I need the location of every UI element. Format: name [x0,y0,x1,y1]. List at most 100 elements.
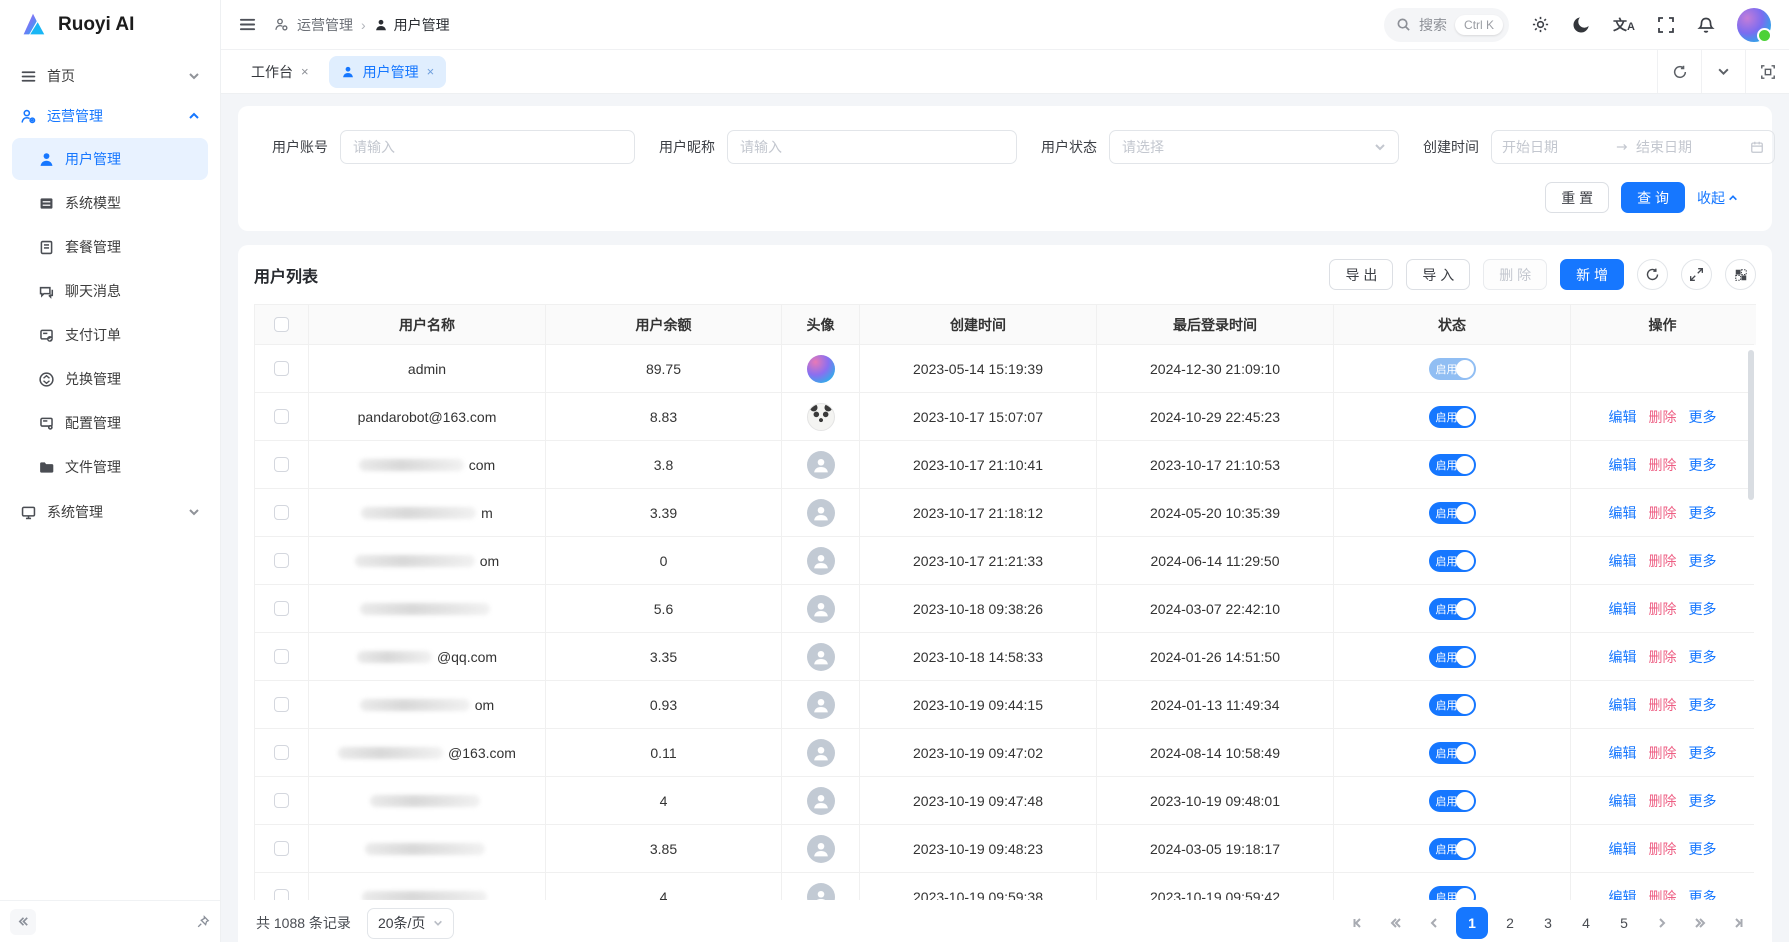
notifications-button[interactable] [1697,16,1715,34]
refresh-table-button[interactable] [1637,259,1668,290]
add-button[interactable]: 新 增 [1560,259,1624,290]
collapse-filter-link[interactable]: 收起 [1697,188,1738,208]
row-checkbox[interactable] [274,553,289,568]
next-page-button[interactable] [1646,907,1678,939]
edit-link[interactable]: 编辑 [1609,887,1637,901]
fullscreen-button[interactable] [1657,16,1675,34]
export-button[interactable]: 导 出 [1329,259,1393,290]
row-checkbox[interactable] [274,841,289,856]
status-toggle[interactable]: 启用 [1429,742,1476,764]
translate-button[interactable]: 文A [1613,15,1635,35]
row-checkbox[interactable] [274,889,289,900]
delete-link[interactable]: 删除 [1649,887,1677,901]
table-scrollbar[interactable] [1748,350,1754,500]
tab-user-management[interactable]: 用户管理 × [329,56,447,88]
global-search[interactable]: 搜索 Ctrl K [1384,8,1509,42]
status-toggle[interactable]: 启用 [1429,790,1476,812]
delete-link[interactable]: 删除 [1649,743,1677,763]
delete-link[interactable]: 删除 [1649,551,1677,571]
start-date-placeholder[interactable]: 开始日期 [1502,137,1608,157]
dark-mode-button[interactable] [1572,15,1591,34]
status-toggle[interactable]: 启用 [1429,838,1476,860]
more-link[interactable]: 更多 [1689,791,1717,811]
fullscreen-table-button[interactable] [1681,259,1712,290]
nickname-input[interactable] [727,130,1017,164]
sidebar-item-chat-messages[interactable]: 聊天消息 [12,270,208,312]
tab-workbench[interactable]: 工作台 × [239,56,321,88]
sidebar-item-payment-orders[interactable]: 支付订单 [12,314,208,356]
status-toggle[interactable]: 启用 [1429,358,1476,380]
jump-forward-button[interactable] [1684,907,1716,939]
edit-link[interactable]: 编辑 [1609,839,1637,859]
select-all-checkbox[interactable] [274,317,289,332]
page-button-4[interactable]: 4 [1570,907,1602,939]
sidebar-item-package-management[interactable]: 套餐管理 [12,226,208,268]
account-input[interactable] [340,130,635,164]
edit-link[interactable]: 编辑 [1609,647,1637,667]
breadcrumb-section[interactable]: 运营管理 [297,15,353,35]
pin-sidebar-button[interactable] [196,915,210,929]
status-toggle[interactable]: 启用 [1429,694,1476,716]
more-link[interactable]: 更多 [1689,887,1717,901]
sidebar-section-system[interactable]: 系统管理 [12,492,208,532]
delete-link[interactable]: 删除 [1649,503,1677,523]
status-toggle[interactable]: 启用 [1429,502,1476,524]
row-checkbox[interactable] [274,793,289,808]
sidebar-item-config-management[interactable]: 配置管理 [12,402,208,444]
app-logo[interactable]: Ruoyi AI [0,0,220,50]
reset-button[interactable]: 重 置 [1545,182,1609,213]
edit-link[interactable]: 编辑 [1609,695,1637,715]
delete-link[interactable]: 删除 [1649,791,1677,811]
page-size-select[interactable]: 20条/页 [367,908,454,939]
more-link[interactable]: 更多 [1689,503,1717,523]
first-page-button[interactable] [1342,907,1374,939]
status-toggle[interactable]: 启用 [1429,646,1476,668]
more-link[interactable]: 更多 [1689,455,1717,475]
more-link[interactable]: 更多 [1689,839,1717,859]
status-toggle[interactable]: 启用 [1429,550,1476,572]
sidebar-item-file-management[interactable]: 文件管理 [12,446,208,488]
menu-toggle-button[interactable] [239,16,256,33]
page-button-1[interactable]: 1 [1456,907,1488,939]
row-checkbox[interactable] [274,649,289,664]
more-link[interactable]: 更多 [1689,695,1717,715]
delete-link[interactable]: 删除 [1649,839,1677,859]
more-link[interactable]: 更多 [1689,599,1717,619]
refresh-tab-button[interactable] [1657,50,1701,93]
page-button-2[interactable]: 2 [1494,907,1526,939]
more-link[interactable]: 更多 [1689,551,1717,571]
status-select[interactable]: 请选择 [1109,130,1399,164]
column-settings-button[interactable] [1725,259,1756,290]
delete-link[interactable]: 删除 [1649,647,1677,667]
more-link[interactable]: 更多 [1689,407,1717,427]
last-page-button[interactable] [1722,907,1754,939]
tab-list-dropdown[interactable] [1701,50,1745,93]
edit-link[interactable]: 编辑 [1609,551,1637,571]
delete-link[interactable]: 删除 [1649,695,1677,715]
status-toggle[interactable]: 启用 [1429,454,1476,476]
delete-button[interactable]: 删 除 [1483,259,1547,290]
edit-link[interactable]: 编辑 [1609,407,1637,427]
close-icon[interactable]: × [301,64,309,79]
user-avatar[interactable] [1737,8,1771,42]
sidebar-section-operations[interactable]: 运营管理 [12,96,208,136]
status-toggle[interactable]: 启用 [1429,406,1476,428]
row-checkbox[interactable] [274,745,289,760]
delete-link[interactable]: 删除 [1649,599,1677,619]
more-link[interactable]: 更多 [1689,647,1717,667]
sidebar-item-home[interactable]: 首页 [12,56,208,96]
page-button-3[interactable]: 3 [1532,907,1564,939]
prev-page-button[interactable] [1418,907,1450,939]
sidebar-item-system-model[interactable]: 系统模型 [12,182,208,224]
status-toggle[interactable]: 启用 [1429,886,1476,901]
delete-link[interactable]: 删除 [1649,407,1677,427]
row-checkbox[interactable] [274,457,289,472]
more-link[interactable]: 更多 [1689,743,1717,763]
row-checkbox[interactable] [274,361,289,376]
edit-link[interactable]: 编辑 [1609,791,1637,811]
row-checkbox[interactable] [274,697,289,712]
search-button[interactable]: 查 询 [1621,182,1685,213]
sidebar-item-exchange-management[interactable]: 兑换管理 [12,358,208,400]
page-button-5[interactable]: 5 [1608,907,1640,939]
maximize-content-button[interactable] [1745,50,1789,93]
